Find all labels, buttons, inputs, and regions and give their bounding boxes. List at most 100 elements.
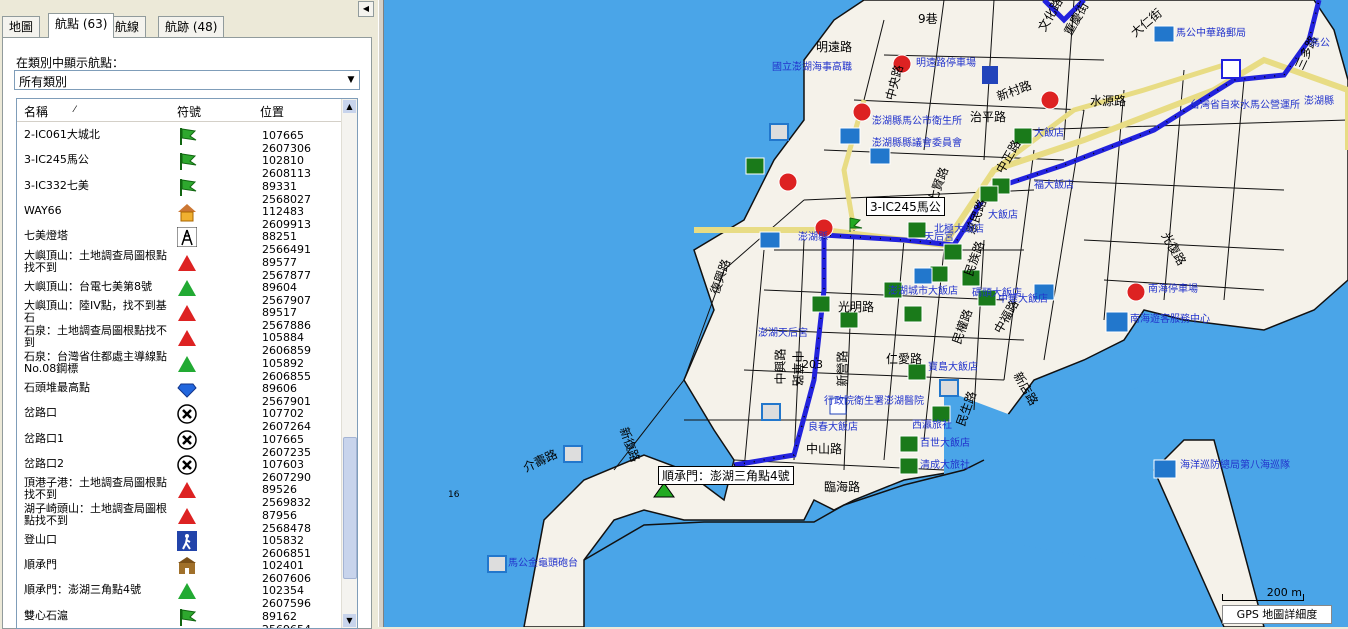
list-header: 名稱 ⁄ 符號 位置 [17, 99, 341, 122]
waypoint-name: 石泉：台灣省住都處主導線點No.08鋼標 [24, 349, 167, 375]
street-label: 新營路 [835, 350, 850, 387]
list-item[interactable]: 順承門 102401 2607606 [17, 553, 341, 585]
poi-label: 百世大飯店 [920, 438, 970, 449]
list-item[interactable]: 大嶼頂山：台電七美第8號 89604 2567907 [17, 275, 341, 307]
waypoint-name: 大嶼頂山：台電七美第8號 [24, 279, 152, 293]
flag-icon [177, 607, 197, 627]
tab-waypoints[interactable]: 航點 (63) [48, 13, 115, 38]
waypoints-panel: ◀ 地圖 航點 (63) 航線 航跡 (48) 在類別中顯示航點： 所有類別 ▼… [0, 0, 378, 629]
scroll-up-button[interactable]: ▲ [343, 100, 356, 113]
street-label: 中興路 [773, 348, 788, 385]
list-item[interactable]: 岔路口1 107665 2607235 [17, 427, 341, 459]
waypoint-name: 七美燈塔 [24, 229, 68, 243]
visitor-center-icon[interactable] [1105, 311, 1129, 333]
waypoint-name: 岔路口 [24, 406, 57, 420]
poi-label: 福大飯店 [1034, 180, 1074, 191]
waypoint-list: 名稱 ⁄ 符號 位置 2-IC061大城北 107665 2607306 3-IC2… [16, 98, 358, 629]
list-item[interactable]: 七美燈塔 88251 2566491 [17, 224, 341, 256]
flag-icon [177, 151, 197, 171]
waypoint-name: 3-IC245馬公 [24, 153, 89, 167]
street-label: 明遠路 [816, 40, 853, 54]
list-item[interactable]: 石泉：台灣省住都處主導線點No.08鋼標 105892 2606855 [17, 349, 341, 383]
elevation-label: 16 [448, 490, 460, 500]
crossroad-icon [177, 429, 197, 450]
poi-label: 北極大飯店 [934, 224, 984, 235]
waypoint-marker[interactable] [1221, 59, 1241, 79]
poi-label: 良春大飯店 [808, 422, 858, 433]
post-office-icon[interactable] [1153, 25, 1175, 43]
list-item[interactable]: 登山口 105832 2606851 [17, 528, 341, 560]
street-label: 中山路 [806, 442, 843, 456]
street-label: 仁愛路 [886, 352, 923, 366]
street-label: 臨海路 [824, 480, 861, 494]
column-name-header[interactable]: 名稱 [24, 103, 48, 120]
poi-label: 國立澎湖海事高職 [772, 62, 852, 73]
tower-icon [176, 226, 198, 248]
list-item[interactable]: 湖子崎頭山：土地調查局圖根點找不到 87956 2568478 [17, 501, 341, 535]
poi-label: 大飯店 [988, 210, 1018, 221]
building-icon [177, 556, 197, 576]
map-view[interactable]: 明遠路 中央路 新村路 治平路 中正路 七賢路 惠民路 民族路 中山路 介壽路 … [384, 0, 1348, 627]
collapse-panel-button[interactable]: ◀ [358, 1, 374, 17]
list-scrollbar[interactable]: ▲ ▼ [341, 99, 357, 628]
gas-station-icon[interactable] [982, 66, 998, 84]
category-select[interactable]: 所有類別 ▼ [14, 70, 360, 90]
poi-label: 澎湖城市大飯店 [888, 286, 958, 297]
list-item[interactable]: 石泉：土地調查局圖根點找不到 105884 2606859 [17, 324, 341, 358]
waypoint-name: 石頭堆最高點 [24, 381, 90, 394]
list-item[interactable]: 3-IC332七美 89331 2568027 [17, 174, 341, 206]
red-triangle-icon [177, 480, 197, 500]
poi-label: 澎湖縣 [798, 232, 828, 243]
list-item[interactable]: 3-IC245馬公 102810 2608113 [17, 148, 341, 180]
poi-label: 澎湖縣 [1304, 96, 1334, 107]
green-triangle-icon [177, 581, 197, 601]
scroll-down-button[interactable]: ▼ [343, 614, 356, 627]
list-item[interactable]: 石頭堆最高點 89606 2567901 [17, 376, 341, 409]
green-triangle-icon [177, 278, 197, 298]
list-item[interactable]: 2-IC061大城北 107665 2607306 [17, 123, 341, 155]
waypoint-callout-ic245[interactable]: 3-IC245馬公 [866, 197, 945, 216]
poi-label: 寶島大飯店 [928, 362, 978, 373]
list-item[interactable]: 大嶼頂山：土地調查局圖根點找不到 89577 2567877 [17, 248, 341, 282]
waypoint-name: 順承門 [24, 558, 57, 572]
red-triangle-icon [177, 253, 197, 273]
street-label: 水源路 [1090, 94, 1127, 108]
list-item[interactable]: 大嶼頂山：陸IV點，找不到基石 89517 2567886 [17, 299, 341, 333]
list-item[interactable]: 頂港子港：土地調查局圖根點找不到 89526 2569832 [17, 476, 341, 510]
poi-label: 南海遊客服務中心 [1130, 314, 1210, 325]
category-selected: 所有類別 [19, 75, 68, 89]
waypoint-name: 岔路口2 [24, 456, 64, 470]
tab-tracks[interactable]: 航跡 (48) [158, 16, 225, 37]
poi-label: 海洋巡防總局第八海巡隊 [1180, 460, 1290, 471]
poi-label: 大飯店 [1034, 128, 1064, 139]
column-symbol-header[interactable]: 符號 [177, 103, 201, 120]
waypoint-name: 2-IC061大城北 [24, 128, 100, 141]
list-item[interactable]: 岔路口 107702 2607264 [17, 401, 341, 433]
scrollbar-thumb[interactable] [343, 437, 357, 579]
street-label: 9巷 [918, 12, 938, 26]
waypoint-name: 大嶼頂山：陸IV點，找不到基石 [24, 299, 167, 325]
waypoint-name: 頂港子港：土地調查局圖根點找不到 [24, 476, 167, 502]
poi-label: 澎湖天后宮 [758, 328, 808, 339]
chevron-down-icon[interactable]: ▼ [343, 71, 359, 89]
waypoint-name: 湖子崎頭山：土地調查局圖根點找不到 [24, 501, 167, 527]
poi-label: 馬公 [1310, 38, 1330, 49]
waypoint-name: 大嶼頂山：土地調查局圖根點找不到 [24, 248, 167, 274]
poi-label: 清成大旅社 [920, 460, 970, 471]
list-item[interactable]: 雙心石滬 89162 2569654 [17, 604, 341, 628]
list-item[interactable]: WAY66 112483 2609913 [17, 199, 341, 231]
street-label: 光明路 [838, 300, 875, 314]
waypoint-name: 3-IC332七美 [24, 178, 89, 192]
tab-map[interactable]: 地圖 [2, 16, 41, 37]
list-item[interactable]: 順承門：澎湖三角點4號 102354 2607596 [17, 578, 341, 610]
waypoint-position: 89162 2569654 [262, 609, 311, 628]
waypoint-name: 石泉：土地調查局圖根點找不到 [24, 324, 167, 350]
route-number-label: 203 [802, 358, 823, 371]
poi-label: 馬公金龜頭砲台 [508, 558, 578, 569]
waypoint-callout-shuncheng[interactable]: 順承門：澎湖三角點4號 [658, 466, 794, 485]
poi-label: 西瀛旅社 [912, 420, 952, 431]
list-item[interactable]: 岔路口2 107603 2607290 [17, 452, 341, 484]
red-triangle-icon [177, 303, 197, 323]
poi-label: 台灣省自來水馬公營運所 [1190, 100, 1300, 111]
column-position-header[interactable]: 位置 [260, 103, 284, 120]
